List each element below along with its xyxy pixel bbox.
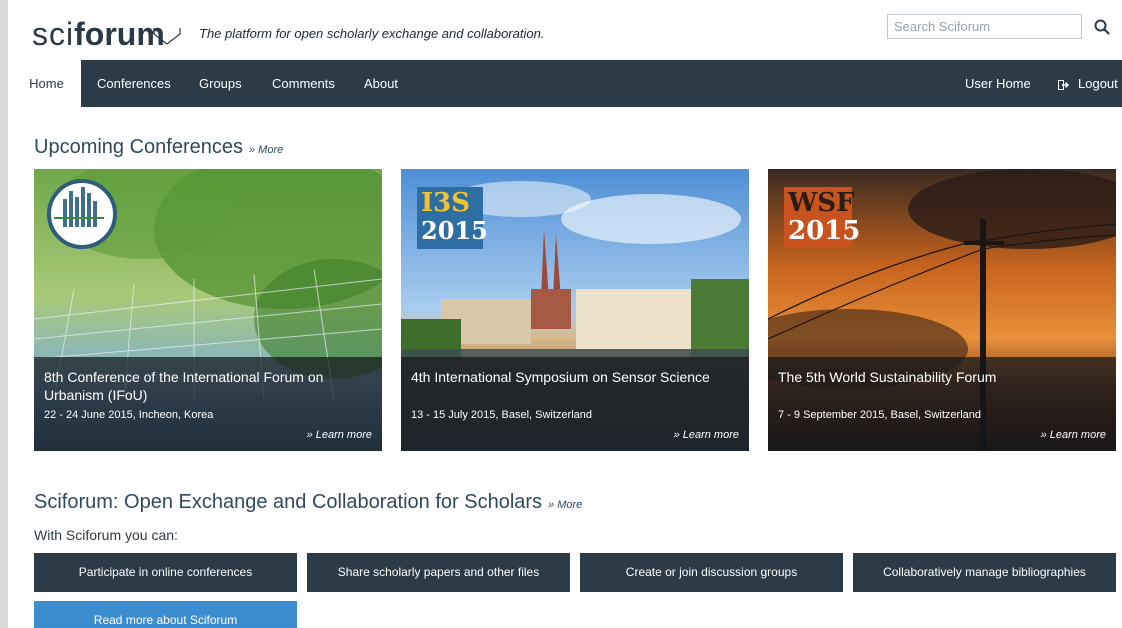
conference-card-i3s[interactable]: I3S 2015 4th International Symposium on …	[401, 169, 749, 451]
main-nav: Home Conferences Groups Comments About U…	[12, 60, 1122, 107]
feature-bibliographies-button[interactable]: Collaboratively manage bibliographies	[853, 553, 1116, 592]
feature-online-conferences-button[interactable]: Participate in online conferences	[34, 553, 297, 592]
logout-label: Logout	[1078, 76, 1118, 91]
card-date: 7 - 9 September 2015, Basel, Switzerland	[778, 409, 982, 421]
i3s-badge: I3S 2015	[417, 187, 492, 247]
logo-text-light: sci	[32, 16, 75, 52]
about-more-link[interactable]: » More	[548, 499, 582, 511]
badge-line-2: 2015	[421, 216, 488, 245]
conference-card-ifou[interactable]: 8th Conference of the International Foru…	[34, 169, 382, 451]
conference-card-wsf[interactable]: WSF 2015 The 5th World Sustainability Fo…	[768, 169, 1116, 451]
search-input[interactable]	[887, 14, 1082, 39]
read-more-button[interactable]: Read more about Sciforum	[34, 601, 297, 628]
card-date: 22 - 24 June 2015, Incheon, Korea	[44, 409, 214, 421]
nav-user-home[interactable]: User Home	[965, 60, 1031, 107]
card-title[interactable]: 8th Conference of the International Foru…	[44, 368, 374, 404]
about-intro: With Sciforum you can:	[34, 527, 178, 543]
nav-groups[interactable]: Groups	[199, 60, 242, 107]
sciforum-logo[interactable]: sci forum	[32, 2, 165, 50]
about-heading: Sciforum: Open Exchange and Collaboratio…	[34, 491, 582, 514]
upcoming-heading: Upcoming Conferences » More	[34, 136, 283, 159]
search-icon[interactable]	[1093, 18, 1111, 36]
learn-more-link[interactable]: » Learn more	[674, 429, 739, 441]
feature-share-papers-button[interactable]: Share scholarly papers and other files	[307, 553, 570, 592]
page: sci forum The platform for open scholarly…	[8, 0, 1122, 628]
learn-more-link[interactable]: » Learn more	[307, 429, 372, 441]
badge-line-1: I3S	[421, 188, 471, 218]
nav-comments[interactable]: Comments	[272, 60, 335, 107]
badge-line-1: WSF	[788, 188, 855, 218]
card-date: 13 - 15 July 2015, Basel, Switzerland	[411, 409, 592, 421]
nav-logout[interactable]: Logout	[1058, 60, 1118, 107]
upcoming-title: Upcoming Conferences	[34, 136, 243, 158]
nav-about[interactable]: About	[364, 60, 398, 107]
about-title: Sciforum: Open Exchange and Collaboratio…	[34, 491, 543, 513]
card-title[interactable]: 4th International Symposium on Sensor Sc…	[411, 368, 741, 386]
tagline: The platform for open scholarly exchange…	[199, 26, 545, 41]
logo-swoosh-icon	[153, 28, 181, 45]
wsf-badge: WSF 2015	[784, 187, 864, 247]
learn-more-link[interactable]: » Learn more	[1041, 429, 1106, 441]
upcoming-more-link[interactable]: » More	[249, 144, 283, 156]
card-title[interactable]: The 5th World Sustainability Forum	[778, 368, 1108, 386]
nav-home[interactable]: Home	[12, 60, 81, 107]
badge-line-2: 2015	[788, 216, 861, 246]
feature-discussion-groups-button[interactable]: Create or join discussion groups	[580, 553, 843, 592]
nav-conferences[interactable]: Conferences	[97, 60, 171, 107]
logout-icon	[1058, 79, 1069, 90]
